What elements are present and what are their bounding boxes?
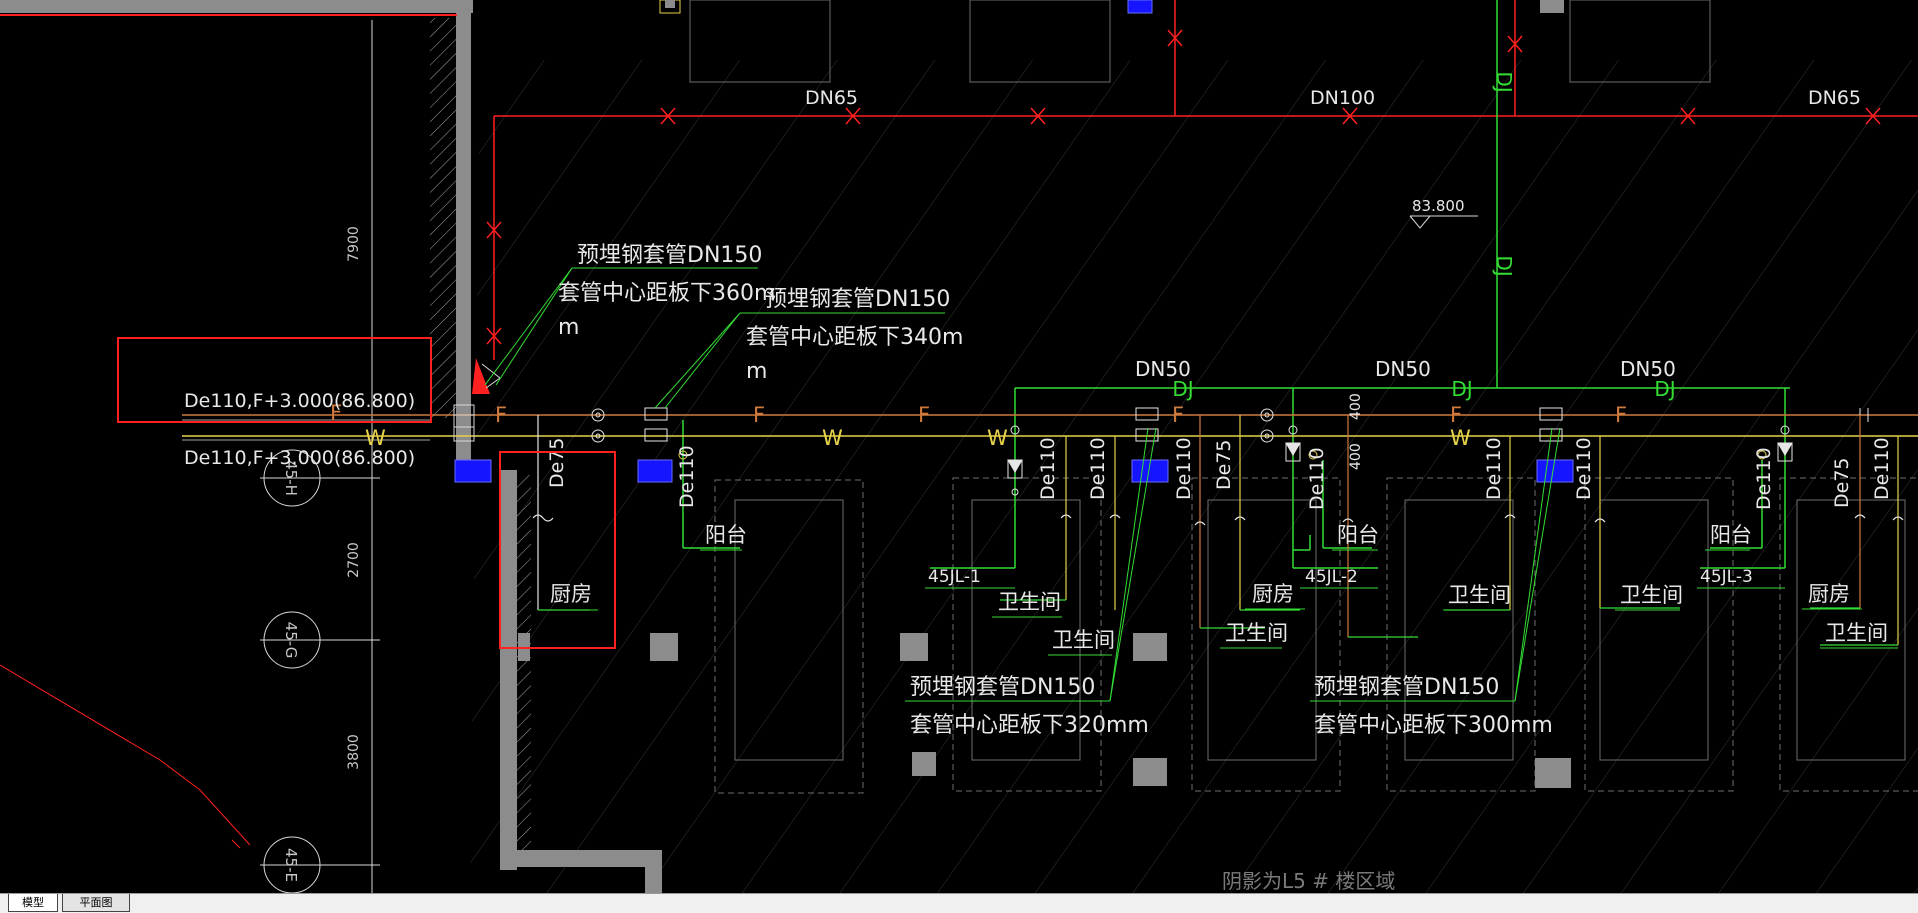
de110-label-5: De110 (1306, 447, 1328, 510)
sleeve-offset-360-a: 套管中心距板下360m (558, 281, 775, 306)
dj-label-center: DJ (1451, 377, 1472, 401)
dim-400-lower: 400 (1348, 443, 1364, 470)
label-dn65-right: DN65 (1808, 87, 1861, 109)
de110-label-8: De110 (1753, 447, 1775, 510)
dim-400-upper: 400 (1348, 393, 1364, 420)
pipe-label-lower: De110,F+3.000(86.800) (184, 447, 415, 469)
f-label-6: F (1450, 403, 1462, 427)
tab-plan[interactable]: 平面图 (62, 894, 130, 912)
top-equipment-squares (659, 0, 1564, 14)
sleeve-offset-300: 套管中心距板下300mm (1314, 713, 1553, 738)
dimension-2700: 2700 (346, 542, 362, 578)
room-kitchen-2: 厨房 (1252, 582, 1294, 606)
cad-drawing-viewport[interactable]: 45-H 45-G 45-E 7900 2700 3800 DN65 DN100… (0, 0, 1918, 893)
dimension-7900: 7900 (346, 226, 362, 262)
axis-45e: 45-E (282, 848, 300, 882)
sleeve-offset-340-b: m (746, 359, 767, 384)
de110-label-6: De110 (1483, 437, 1505, 500)
riser-45jl-3: 45JL-3 (1700, 567, 1753, 587)
sleeve-title-1: 预埋钢套管DN150 (577, 243, 762, 268)
dimension-3800: 3800 (346, 734, 362, 770)
plumbing-plan-drawing: 45-H 45-G 45-E 7900 2700 3800 DN65 DN100… (0, 0, 1918, 893)
w-label-3: W (987, 426, 1008, 450)
elevation-83-800: 83.800 (1412, 197, 1465, 215)
de75-label-3: De75 (1831, 458, 1853, 509)
sleeve-title-3: 预埋钢套管DN150 (910, 675, 1095, 700)
riser-45jl-2: 45JL-2 (1305, 567, 1358, 587)
room-kitchen-3: 厨房 (1808, 582, 1850, 606)
de110-label-2: De110 (1037, 437, 1059, 500)
de110-label-9: De110 (1871, 437, 1893, 500)
red-diagonal (0, 664, 251, 849)
room-balcony-2: 阳台 (1337, 523, 1379, 547)
de110-label-3: De110 (1087, 437, 1109, 500)
room-bathroom-6: 卫生间 (1825, 621, 1888, 645)
sleeve-offset-360-b: m (558, 315, 579, 340)
sleeve-title-2: 预埋钢套管DN150 (765, 287, 950, 312)
riser-45jl-1: 45JL-1 (928, 567, 981, 587)
f-label-4: F (918, 403, 930, 427)
layout-tab-bar: 模型 平面图 (0, 893, 1918, 913)
label-dn65-left: DN65 (805, 87, 858, 109)
label-dn50-1: DN50 (1135, 357, 1191, 381)
room-bathroom-4: 卫生间 (1448, 583, 1511, 607)
room-balcony-3: 阳台 (1710, 523, 1752, 547)
sleeve-offset-320: 套管中心距板下320mm (910, 713, 1149, 738)
pipe-label-upper: De110,F+3.000(86.800) (184, 390, 415, 412)
w-label-4: W (1450, 426, 1471, 450)
dj-label-top: DJ (1492, 71, 1516, 92)
room-bathroom-5: 卫生间 (1620, 583, 1683, 607)
label-dn100: DN100 (1310, 87, 1375, 109)
de110-label-1: De110 (676, 445, 698, 508)
de110-label-4: De110 (1173, 437, 1195, 500)
tab-model[interactable]: 模型 (8, 894, 58, 912)
sleeve-title-4: 预埋钢套管DN150 (1314, 675, 1499, 700)
de110-label-7: De110 (1573, 437, 1595, 500)
room-bathroom-2: 卫生间 (1052, 628, 1115, 652)
w-label-2: W (822, 426, 843, 450)
dimension-values: 7900 2700 3800 (346, 226, 362, 770)
room-balcony-1: 阳台 (705, 523, 747, 547)
de75-label-2: De75 (1213, 440, 1235, 491)
room-kitchen-1: 厨房 (550, 582, 592, 606)
room-bathroom-3: 卫生间 (1225, 621, 1288, 645)
dj-label-mid: DJ (1492, 255, 1516, 276)
room-bathroom-1: 卫生间 (998, 590, 1061, 614)
f-label-7: F (1615, 403, 1627, 427)
label-dn50-2: DN50 (1375, 357, 1431, 381)
de75-label-1: De75 (546, 438, 568, 489)
axis-labels: 45-H 45-G 45-E (282, 460, 300, 882)
shade-note: 阴影为L5 # 楼区域 (1222, 869, 1395, 893)
f-label-3: F (753, 403, 765, 427)
f-label-2: F (495, 403, 507, 427)
sleeve-offset-340-a: 套管中心距板下340m (746, 325, 963, 350)
axis-45g: 45-G (282, 622, 300, 659)
label-dn50-3: DN50 (1620, 357, 1676, 381)
f-label-5: F (1172, 403, 1184, 427)
